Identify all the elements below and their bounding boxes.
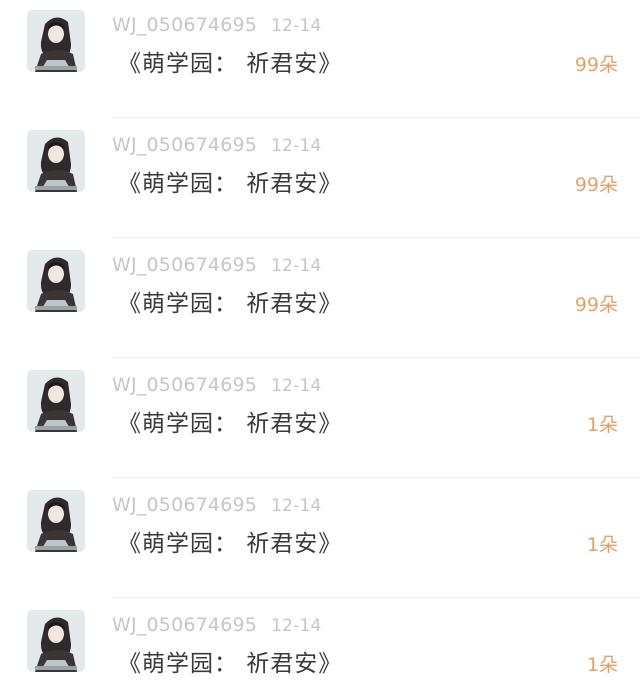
avatar[interactable] [27,610,85,672]
gift-amount: 99朵 [574,174,618,196]
avatar[interactable] [27,250,85,312]
gift-amount: 1朵 [586,654,618,676]
record-meta: WJ_050674695 12-14 [112,254,322,276]
record-date: 12-14 [271,136,322,156]
record-message: 《萌学园： 祈君安》 [118,531,343,557]
list-item[interactable]: WJ_050674695 12-14 《萌学园： 祈君安》 1朵 [0,360,640,478]
gift-amount: 99朵 [574,294,618,316]
gift-amount: 1朵 [586,534,618,556]
list-item[interactable]: WJ_050674695 12-14 《萌学园： 祈君安》 1朵 [0,480,640,598]
record-date: 12-14 [271,256,322,276]
avatar[interactable] [27,10,85,72]
list-item[interactable]: WJ_050674695 12-14 《萌学园： 祈君安》 99朵 [0,120,640,238]
gift-amount: 1朵 [586,414,618,436]
record-date: 12-14 [271,16,322,36]
username: WJ_050674695 [112,14,258,36]
gift-record-list: WJ_050674695 12-14 《萌学园： 祈君安》 99朵 WJ_0506… [0,0,640,685]
list-item[interactable]: WJ_050674695 12-14 《萌学园： 祈君安》 1朵 [0,600,640,685]
list-item[interactable]: WJ_050674695 12-14 《萌学园： 祈君安》 99朵 [0,0,640,118]
record-date: 12-14 [271,616,322,636]
list-item[interactable]: WJ_050674695 12-14 《萌学园： 祈君安》 99朵 [0,240,640,358]
divider [112,357,640,358]
record-message: 《萌学园： 祈君安》 [118,291,343,317]
record-meta: WJ_050674695 12-14 [112,374,322,396]
avatar[interactable] [27,490,85,552]
record-message: 《萌学园： 祈君安》 [118,411,343,437]
record-meta: WJ_050674695 12-14 [112,494,322,516]
gift-amount: 99朵 [574,54,618,76]
record-date: 12-14 [271,376,322,396]
record-message: 《萌学园： 祈君安》 [118,51,343,77]
username: WJ_050674695 [112,494,258,516]
username: WJ_050674695 [112,614,258,636]
username: WJ_050674695 [112,374,258,396]
avatar[interactable] [27,130,85,192]
record-meta: WJ_050674695 12-14 [112,614,322,636]
record-message: 《萌学园： 祈君安》 [118,171,343,197]
divider [112,597,640,598]
record-message: 《萌学园： 祈君安》 [118,651,343,677]
username: WJ_050674695 [112,254,258,276]
record-meta: WJ_050674695 12-14 [112,14,322,36]
divider [112,477,640,478]
record-date: 12-14 [271,496,322,516]
divider [112,117,640,118]
avatar[interactable] [27,370,85,432]
record-meta: WJ_050674695 12-14 [112,134,322,156]
username: WJ_050674695 [112,134,258,156]
divider [112,237,640,238]
